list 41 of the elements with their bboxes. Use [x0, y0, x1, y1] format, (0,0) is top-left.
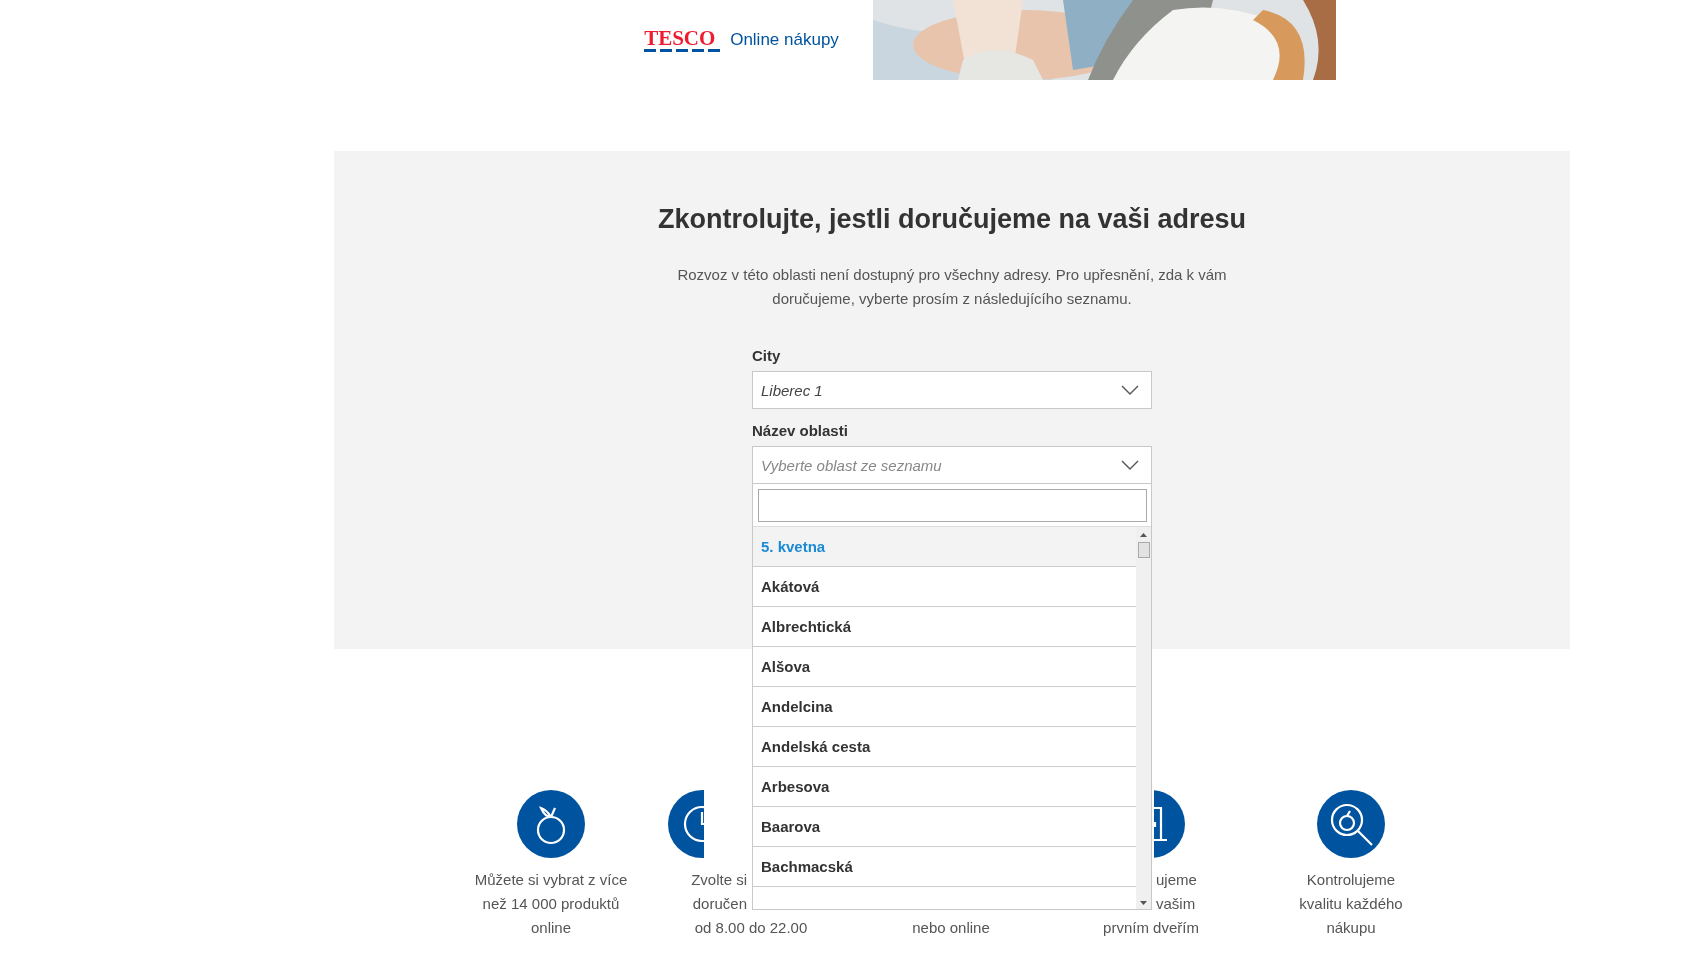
feature-text: od 8.00 do 22.00	[694, 918, 808, 938]
dropdown-option[interactable]: Akátová	[753, 567, 1136, 607]
door-icon	[1154, 790, 1185, 858]
feature-text: online	[530, 918, 571, 938]
field-label: Název oblasti	[752, 422, 849, 439]
feature-text: nákupu	[1326, 918, 1376, 938]
scrollbar[interactable]	[1136, 527, 1151, 909]
dropdown-option[interactable]: Arbesova	[753, 767, 1136, 807]
chevron-down-icon	[1121, 460, 1139, 470]
feature-text: Můžete si vybrat z více	[474, 870, 628, 890]
feature-text: Kontrolujeme	[1306, 870, 1396, 890]
scroll-down-icon	[1140, 901, 1147, 905]
feature-text: kvalitu každého	[1299, 894, 1403, 914]
feature-text: nebo online	[912, 918, 990, 938]
dropdown-option[interactable]: Baarova	[753, 807, 1136, 847]
chevron-down-icon	[1121, 385, 1139, 395]
dropdown-option[interactable]: Albrechtická	[753, 607, 1136, 647]
page-heading: Zkontrolujte, jestli doručujeme na vaši adresu	[657, 203, 1247, 236]
apple-icon	[517, 790, 585, 858]
dropdown-option[interactable]: Bachmacská	[753, 847, 1136, 887]
feature-text: doručen	[692, 894, 747, 914]
scroll-up-icon	[1140, 533, 1147, 537]
logo-tagline: Online nákupy	[730, 30, 839, 50]
logo-text[interactable]: TESCO	[644, 28, 716, 48]
dropdown-option[interactable]: Alšova	[753, 647, 1136, 687]
scrollbar-thumb[interactable]	[1137, 542, 1150, 558]
select-field[interactable]: Liberec 1	[752, 371, 1152, 409]
feature-text: vašim	[1156, 894, 1196, 914]
feature-text: než 14 000 produktů	[482, 894, 620, 914]
select-field[interactable]: Vyberte oblast ze seznamu	[752, 446, 1152, 484]
feature-text: prvním dveřím	[1103, 918, 1199, 938]
search-field[interactable]	[758, 489, 1147, 522]
dropdown-option[interactable]: Andelská cesta	[753, 727, 1136, 767]
field-label: City	[752, 347, 782, 364]
logo-stripes-icon	[644, 49, 721, 52]
feature-text: Zvolte si	[691, 870, 747, 890]
feature-text: ujeme	[1156, 870, 1197, 890]
description-text: Rozvoz v této oblasti není dostupný pro všechny adresy. Pro upřesnění, zda k vám doručujeme, vyberte prosím z následujícího seznamu.	[676, 265, 1228, 309]
magnifier-icon	[1317, 790, 1385, 858]
clock-icon	[668, 790, 704, 858]
dropdown-option[interactable]: Andelcina	[753, 687, 1136, 727]
